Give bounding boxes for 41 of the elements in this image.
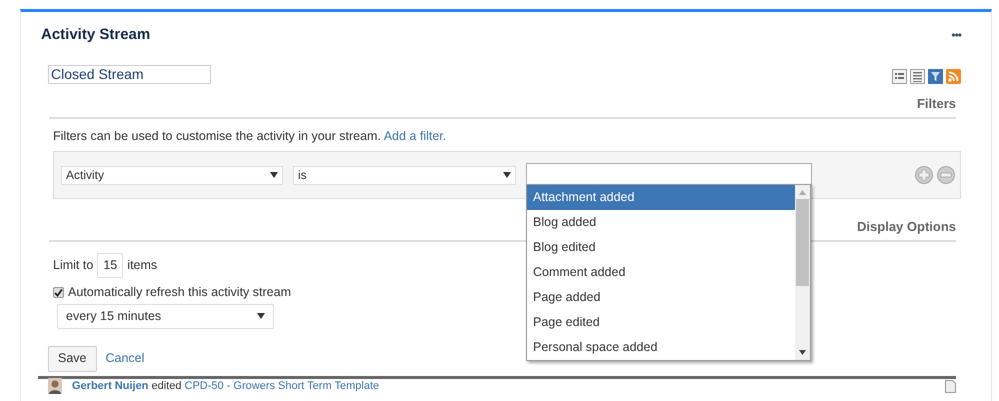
cancel-link[interactable]: Cancel [106, 349, 144, 368]
operator-select[interactable]: is [293, 166, 516, 185]
save-button[interactable]: Save [48, 346, 96, 372]
filters-heading: Filters [916, 95, 956, 113]
add-filter-link[interactable]: Add a filter. [384, 128, 446, 142]
refresh-checkbox[interactable] [53, 286, 64, 298]
remove-icon[interactable] [937, 166, 955, 184]
scroll-up-icon[interactable] [799, 190, 806, 195]
page-link[interactable]: CPD-50 - Growers Short Term Template [184, 380, 380, 392]
caret-icon [270, 172, 278, 178]
caret-icon [257, 313, 265, 319]
limit-field[interactable]: 15 [97, 252, 124, 278]
filters-description: Filters can be used to customise the activity in your stream. Add a filter. [53, 128, 446, 142]
caret-icon [503, 172, 511, 178]
option-item[interactable]: Blog edited [527, 235, 795, 260]
option-item[interactable]: Personal space added [527, 335, 795, 360]
list-view-icon[interactable] [892, 69, 907, 84]
option-item[interactable]: Page edited [527, 310, 795, 335]
display-options-heading: Display Options [857, 218, 956, 236]
option-item[interactable]: Page added [527, 285, 795, 310]
filter-icon[interactable] [928, 69, 943, 84]
option-item[interactable]: Attachment added [527, 185, 795, 210]
option-item[interactable]: Comment added [527, 260, 795, 285]
scrollbar[interactable] [795, 185, 810, 360]
detail-view-icon[interactable] [910, 69, 925, 84]
activity-text: Gerbert Nuijen edited CPD-50 - Growers Short Term Template [72, 378, 380, 394]
add-icon[interactable] [915, 166, 933, 184]
refresh-label: Automatically refresh this activity stream [68, 284, 291, 301]
more-menu[interactable]: ••• [951, 26, 961, 44]
user-link[interactable]: Gerbert Nuijen [72, 380, 148, 392]
items-label: items [127, 256, 158, 274]
limit-label: Limit to [53, 256, 94, 274]
rss-icon[interactable] [946, 69, 961, 84]
stream-name-field[interactable]: Closed Stream [48, 65, 211, 84]
gadget-title: Activity Stream [41, 24, 150, 45]
interval-select[interactable]: every 15 minutes [57, 304, 274, 328]
scroll-down-icon[interactable] [799, 350, 806, 355]
avatar [48, 378, 62, 394]
option-item[interactable]: Blog added [527, 210, 795, 235]
document-icon [945, 380, 956, 392]
field-select[interactable]: Activity [61, 166, 283, 185]
